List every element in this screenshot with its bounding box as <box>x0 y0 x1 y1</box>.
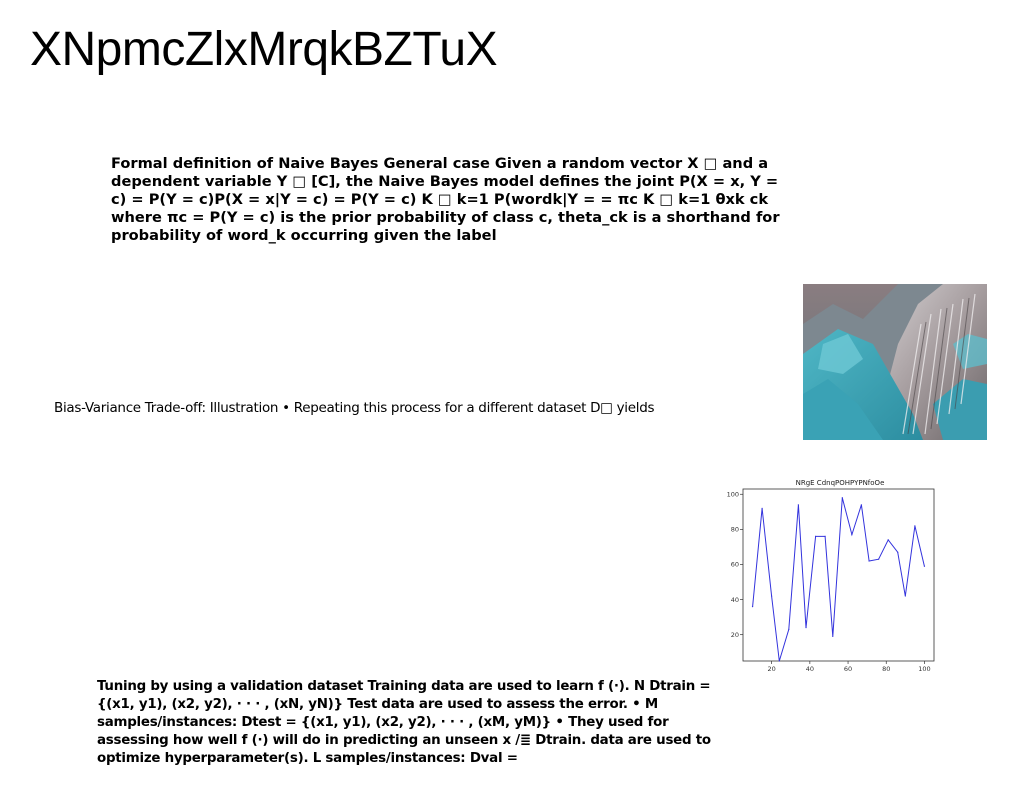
y-tick-label: 40 <box>731 596 739 604</box>
data-point <box>832 635 834 638</box>
data-point <box>904 595 906 597</box>
data-point <box>814 535 817 537</box>
x-tick-label: 20 <box>768 665 776 673</box>
data-point <box>771 595 773 597</box>
data-point <box>797 504 799 506</box>
y-tick-label: 80 <box>731 526 739 534</box>
y-tick-label: 60 <box>731 561 739 569</box>
data-point <box>788 628 790 631</box>
y-tick-label: 20 <box>731 631 739 639</box>
data-point <box>778 660 780 662</box>
line-chart: NRgE CdnqPOHPYPNfoOe 20 40 60 80 100 20 40 60 80… <box>722 474 940 676</box>
mountain-photo <box>803 284 987 440</box>
data-point <box>751 605 754 608</box>
slide-title: XNpmcZlxMrqkBZTuX <box>30 23 498 76</box>
line-chart-svg: NRgE CdnqPOHPYPNfoOe 20 40 60 80 100 20 40 60 80… <box>727 479 935 673</box>
data-point <box>761 507 763 509</box>
data-point <box>824 535 826 537</box>
data-point <box>851 534 853 536</box>
plot-frame <box>742 488 935 662</box>
data-point <box>897 551 899 553</box>
data-point <box>914 525 916 527</box>
data-point <box>868 560 870 562</box>
x-tick-label: 100 <box>918 665 930 673</box>
data-point <box>878 558 880 560</box>
chart-title: NRgE CdnqPOHPYPNfoOe <box>796 479 885 487</box>
series-line-0 <box>752 497 925 662</box>
x-tick-label: 60 <box>844 665 852 673</box>
data-point <box>923 565 926 567</box>
x-tick-label: 80 <box>882 665 890 673</box>
data-point <box>841 497 843 499</box>
mountain-photo-drawing <box>803 284 987 440</box>
bias-variance-caption: Bias-Variance Trade-off: Illustration • … <box>54 400 655 416</box>
y-tick-label: 100 <box>727 490 739 498</box>
naive-bayes-paragraph: Formal definition of Naive Bayes General… <box>111 155 780 244</box>
x-tick-label: 40 <box>806 665 814 673</box>
data-point <box>860 504 863 506</box>
validation-paragraph: Tuning by using a validation dataset Tra… <box>97 679 711 766</box>
data-point <box>887 539 889 541</box>
data-point <box>805 627 807 629</box>
